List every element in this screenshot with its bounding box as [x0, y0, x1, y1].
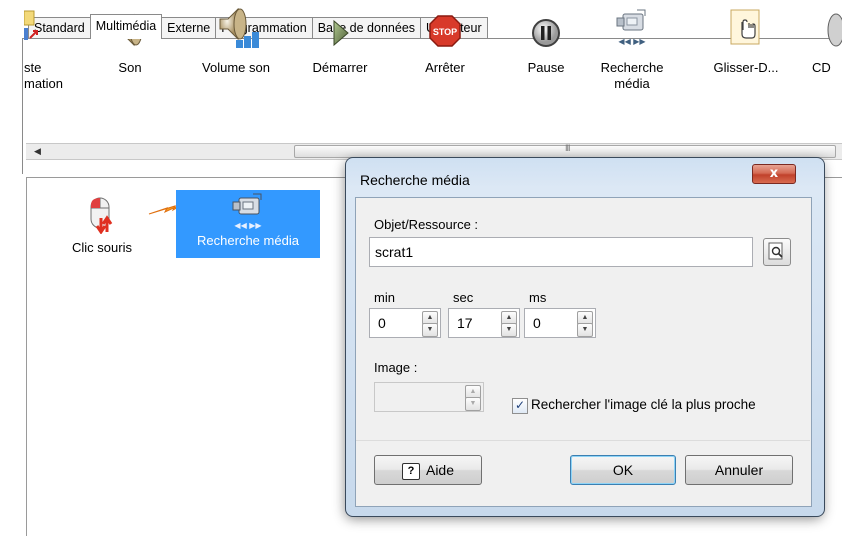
help-button-label: Aide [425, 462, 455, 478]
tool-recherche-media[interactable]: ◀◀ ▶▶ Recherche média [600, 8, 664, 92]
svg-text:STOP: STOP [433, 27, 457, 37]
tool-liste-animation[interactable]: ste mation [24, 8, 74, 92]
image-spinner[interactable]: ▲ ▼ [374, 382, 484, 412]
browse-button[interactable] [763, 238, 791, 266]
node-clic-souris-label: Clic souris [72, 240, 132, 255]
stop-icon: STOP [410, 8, 480, 48]
ms-label: ms [529, 290, 547, 305]
tool-son-label: Son [118, 60, 142, 75]
sec-value: 17 [457, 315, 473, 331]
tool-demarrer-label: Démarrer [312, 60, 368, 75]
tab-multimedia[interactable]: Multimédia [89, 14, 163, 39]
tool-pause[interactable]: Pause [516, 8, 576, 76]
tool-arreter[interactable]: STOP Arrêter [410, 8, 480, 76]
scrollbar-grip: III [565, 143, 570, 153]
drag-drop-icon [704, 8, 788, 48]
cd-icon [812, 8, 842, 48]
node-recherche-media[interactable]: ◀◀ ▶▶ Recherche média [176, 190, 320, 258]
tool-liste-animation-label: ste mation [24, 60, 64, 91]
camera-seek-icon: ◀◀ ▶▶ [600, 8, 664, 48]
svg-text:◀◀ ▶▶: ◀◀ ▶▶ [618, 37, 646, 46]
tool-pause-label: Pause [527, 60, 565, 75]
keyframe-checkbox-label: Rechercher l'image clé la plus proche [531, 397, 756, 412]
volume-icon [188, 8, 284, 48]
tool-cd-label: CD [812, 60, 831, 75]
objet-ressource-label: Objet/Ressource : [374, 217, 479, 232]
close-button[interactable]: x [752, 164, 796, 184]
help-button[interactable]: ? Aide [374, 455, 482, 485]
tool-volume-son[interactable]: Volume son [188, 8, 284, 76]
tool-demarrer[interactable]: Démarrer [298, 8, 382, 76]
tool-recherche-media-label: Recherche média [600, 60, 664, 91]
browse-magnifier-icon [768, 242, 783, 260]
ms-spinner[interactable]: 0 ▲ ▼ [524, 308, 596, 338]
mouse-click-icon [90, 197, 113, 235]
camera-seek-node-icon: ◀◀ ▶▶ [232, 193, 262, 230]
image-label: Image : [374, 360, 418, 375]
sec-down-arrow-icon[interactable]: ▼ [501, 323, 517, 337]
min-value: 0 [378, 315, 386, 331]
sec-label: sec [453, 290, 474, 305]
tool-cd[interactable]: CD [812, 8, 842, 76]
min-label: min [374, 290, 395, 305]
pause-icon [516, 8, 576, 48]
tool-glisser-deposer-label: Glisser-D... [713, 60, 779, 75]
node-clic-souris[interactable]: Clic souris [60, 196, 144, 255]
tool-arreter-label: Arrêter [425, 60, 465, 75]
node-recherche-media-label: Recherche média [197, 233, 299, 248]
ms-down-arrow-icon[interactable]: ▼ [577, 323, 593, 337]
ok-button[interactable]: OK [570, 455, 676, 485]
tool-glisser-deposer[interactable]: Glisser-D... [704, 8, 788, 76]
cancel-button[interactable]: Annuler [685, 455, 793, 485]
image-down-arrow-icon[interactable]: ▼ [465, 397, 481, 411]
min-down-arrow-icon[interactable]: ▼ [422, 323, 438, 337]
sec-spinner[interactable]: 17 ▲ ▼ [448, 308, 520, 338]
tool-volume-son-label: Volume son [202, 60, 270, 75]
keyframe-checkbox[interactable]: ✓ [512, 398, 528, 414]
ms-value: 0 [533, 315, 541, 331]
objet-ressource-input[interactable]: scrat1 [369, 237, 753, 267]
min-spinner[interactable]: 0 ▲ ▼ [369, 308, 441, 338]
play-icon [298, 8, 382, 48]
list-animation-icon [24, 8, 74, 48]
dialog-title: Recherche média [360, 172, 470, 188]
svg-text:◀◀ ▶▶: ◀◀ ▶▶ [234, 221, 262, 230]
scroll-left-arrow-icon[interactable]: ◀ [34, 144, 41, 159]
help-icon: ? [401, 462, 420, 480]
